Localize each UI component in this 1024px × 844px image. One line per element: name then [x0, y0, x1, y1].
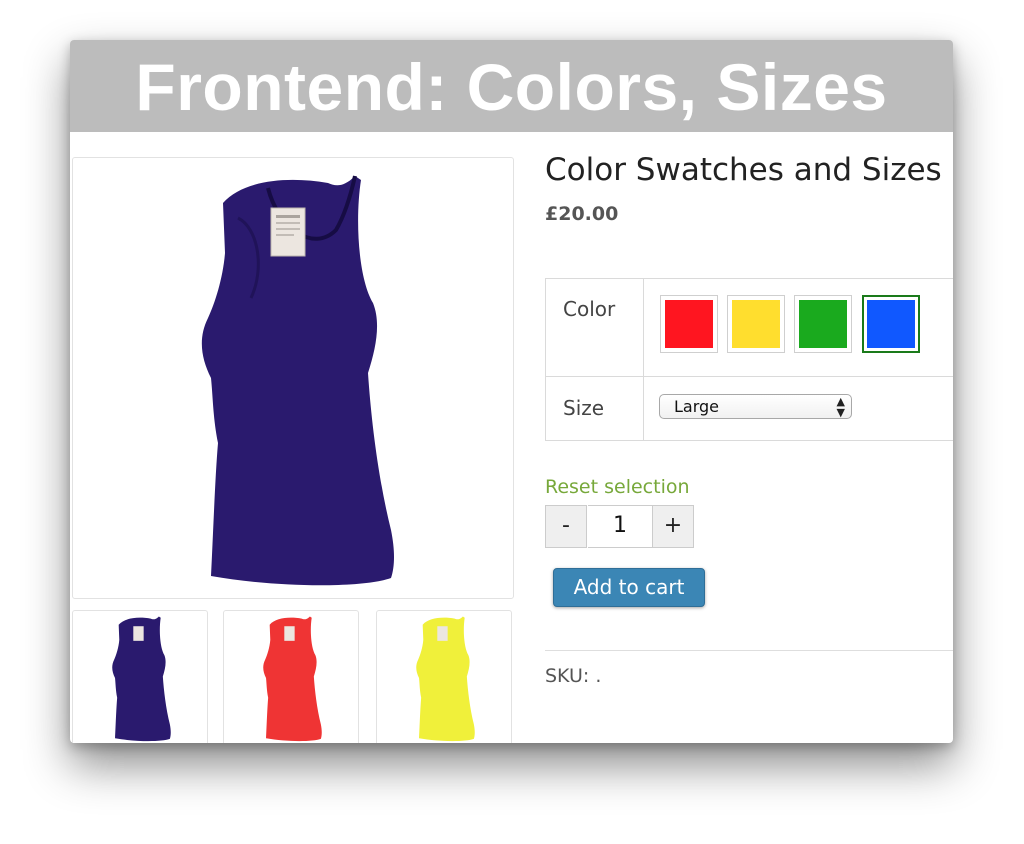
table-divider — [643, 279, 644, 440]
table-divider — [546, 376, 953, 377]
tank-top-yellow-icon — [416, 616, 475, 742]
main-product-image[interactable] — [72, 157, 514, 599]
product-page-window: Frontend: Colors, Sizes Color Swatches a… — [70, 40, 953, 743]
swatch-blue[interactable] — [862, 295, 920, 353]
product-price: £20.00 — [545, 203, 619, 225]
thumbnail-yellow[interactable] — [376, 610, 512, 743]
reset-selection-link[interactable]: Reset selection — [545, 476, 690, 498]
thumbnail-red[interactable] — [223, 610, 359, 743]
sku-text: SKU: . — [545, 665, 602, 687]
swatch-green[interactable] — [794, 295, 852, 353]
size-label: Size — [563, 396, 605, 420]
color-label: Color — [563, 297, 616, 321]
quantity-input[interactable]: 1 — [588, 505, 652, 548]
tank-top-icon — [201, 175, 394, 586]
tank-top-red-icon — [263, 616, 322, 742]
size-select[interactable]: Large ▲ ▼ — [659, 394, 852, 419]
quantity-minus-button[interactable]: - — [545, 505, 587, 548]
swatch-red[interactable] — [660, 295, 718, 353]
size-select-value: Large — [674, 397, 720, 416]
swatch-yellow[interactable] — [727, 295, 785, 353]
meta-divider — [545, 650, 953, 651]
banner-title: Frontend: Colors, Sizes — [70, 40, 953, 132]
tank-top-navy-icon — [112, 616, 171, 742]
quantity-plus-button[interactable]: + — [652, 505, 694, 548]
thumbnail-navy[interactable] — [72, 610, 208, 743]
product-title: Color Swatches and Sizes — [545, 152, 942, 188]
variations-table: Color Size Large ▲ ▼ — [545, 278, 953, 441]
add-to-cart-button[interactable]: Add to cart — [553, 568, 705, 607]
select-arrows-icon: ▲ ▼ — [836, 394, 845, 419]
